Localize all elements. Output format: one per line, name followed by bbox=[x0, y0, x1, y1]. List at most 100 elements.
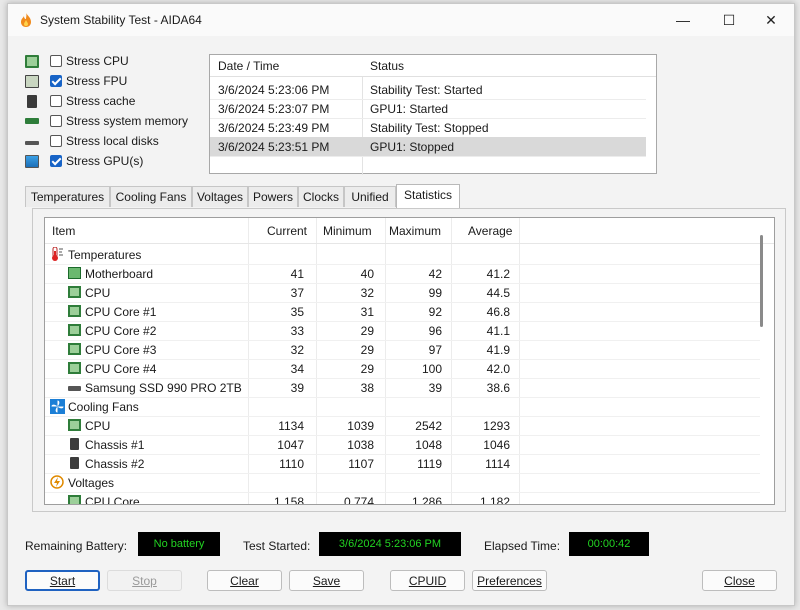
cell-maximum: 92 bbox=[428, 305, 442, 319]
stress-memory-option[interactable]: Stress system memory bbox=[25, 113, 225, 131]
table-row[interactable]: Samsung SSD 990 PRO 2TB 39 38 39 38.6 bbox=[45, 378, 760, 398]
tab-temperatures[interactable]: Temperatures bbox=[25, 186, 110, 207]
status-log-list[interactable]: Date / Time Status 3/6/2024 5:23:06 PM S… bbox=[209, 54, 657, 175]
fan-icon bbox=[50, 399, 65, 414]
table-row[interactable]: Chassis #1 1047 1038 1048 1046 bbox=[45, 435, 760, 455]
stress-gpu-checkbox[interactable] bbox=[50, 155, 62, 167]
tab-cooling-fans[interactable]: Cooling Fans bbox=[110, 186, 192, 207]
stop-button[interactable]: Stop bbox=[107, 570, 182, 591]
close-button[interactable]: Close bbox=[702, 570, 777, 591]
cell-maximum: 1048 bbox=[415, 438, 442, 452]
row-label: CPU Core #2 bbox=[85, 324, 157, 338]
log-time: 3/6/2024 5:23:07 PM bbox=[218, 102, 330, 116]
tab-unified[interactable]: Unified bbox=[344, 186, 396, 207]
stress-disks-label: Stress local disks bbox=[66, 134, 159, 148]
stress-disks-option[interactable]: Stress local disks bbox=[25, 133, 225, 151]
clear-button-label: Clear bbox=[230, 574, 259, 588]
stress-cpu-checkbox[interactable] bbox=[50, 55, 62, 67]
cell-current: 33 bbox=[290, 324, 304, 338]
stress-cache-checkbox[interactable] bbox=[50, 95, 62, 107]
log-row[interactable]: 3/6/2024 5:23:49 PM Stability Test: Stop… bbox=[210, 118, 646, 138]
log-header-status[interactable]: Status bbox=[370, 59, 404, 73]
cell-current: 41 bbox=[290, 267, 304, 281]
table-row[interactable]: Motherboard 41 40 42 41.2 bbox=[45, 264, 760, 284]
table-row[interactable]: CPU Core #3 32 29 97 41.9 bbox=[45, 340, 760, 360]
close-window-button[interactable]: ✕ bbox=[748, 4, 794, 36]
cell-average: 41.9 bbox=[486, 343, 510, 357]
stress-memory-checkbox[interactable] bbox=[50, 115, 62, 127]
table-row[interactable]: CPU Core 1.158 0.774 1.286 1.182 bbox=[45, 492, 760, 505]
log-status: Stability Test: Started bbox=[370, 83, 483, 97]
start-button[interactable]: Start bbox=[25, 570, 100, 591]
vertical-scrollbar[interactable] bbox=[760, 235, 763, 327]
cell-maximum: 100 bbox=[421, 362, 442, 376]
cpu-chip-icon bbox=[68, 362, 81, 374]
stress-fpu-option[interactable]: Stress FPU bbox=[25, 73, 225, 91]
statistics-panel: Item Current Minimum Maximum Average Tem… bbox=[32, 208, 786, 512]
cpu-chip-icon bbox=[68, 286, 81, 298]
minimize-button[interactable]: — bbox=[660, 4, 706, 36]
stress-cpu-option[interactable]: Stress CPU bbox=[25, 53, 225, 71]
flame-icon bbox=[21, 13, 31, 27]
cpuid-button[interactable]: CPUID bbox=[390, 570, 465, 591]
group-label: Cooling Fans bbox=[68, 400, 139, 414]
stress-gpu-label: Stress GPU(s) bbox=[66, 154, 144, 168]
test-started-label: Test Started: bbox=[243, 539, 311, 553]
stress-cpu-label: Stress CPU bbox=[66, 54, 129, 68]
log-header: Date / Time Status bbox=[210, 55, 656, 77]
cell-current: 1110 bbox=[279, 457, 304, 471]
stress-fpu-label: Stress FPU bbox=[66, 74, 128, 88]
tab-powers[interactable]: Powers bbox=[248, 186, 298, 207]
cell-maximum: 1.286 bbox=[411, 495, 442, 505]
tab-voltages[interactable]: Voltages bbox=[192, 186, 248, 207]
cell-average: 1.182 bbox=[479, 495, 510, 505]
statistics-table[interactable]: Item Current Minimum Maximum Average Tem… bbox=[44, 217, 775, 505]
title-bar[interactable]: System Stability Test - AIDA64 — ☐ ✕ bbox=[8, 4, 794, 36]
log-status: GPU1: Stopped bbox=[370, 140, 455, 154]
stress-gpu-option[interactable]: Stress GPU(s) bbox=[25, 153, 225, 171]
table-row[interactable]: CPU Core #4 34 29 100 42.0 bbox=[45, 359, 760, 379]
cell-current: 37 bbox=[290, 286, 304, 300]
memory-icon bbox=[25, 118, 39, 124]
clear-button[interactable]: Clear bbox=[207, 570, 282, 591]
cell-minimum: 32 bbox=[360, 286, 374, 300]
cell-maximum: 99 bbox=[428, 286, 442, 300]
log-row-selected[interactable]: 3/6/2024 5:23:51 PM GPU1: Stopped bbox=[210, 137, 646, 157]
cell-maximum: 97 bbox=[428, 343, 442, 357]
log-row[interactable]: 3/6/2024 5:23:06 PM Stability Test: Star… bbox=[210, 80, 646, 100]
table-row[interactable]: CPU Core #1 35 31 92 46.8 bbox=[45, 302, 760, 322]
row-label: CPU Core #1 bbox=[85, 305, 157, 319]
table-row[interactable]: CPU Core #2 33 29 96 41.1 bbox=[45, 321, 760, 341]
table-header: Item Current Minimum Maximum Average bbox=[45, 218, 774, 244]
tab-clocks[interactable]: Clocks bbox=[298, 186, 344, 207]
header-maximum[interactable]: Maximum bbox=[389, 224, 441, 238]
stress-fpu-checkbox[interactable] bbox=[50, 75, 62, 87]
stress-cache-option[interactable]: Stress cache bbox=[25, 93, 225, 111]
header-minimum[interactable]: Minimum bbox=[323, 224, 372, 238]
group-row-voltages[interactable]: Voltages bbox=[45, 473, 760, 493]
group-row-cooling-fans[interactable]: Cooling Fans bbox=[45, 397, 760, 417]
tab-statistics[interactable]: Statistics bbox=[396, 184, 460, 208]
log-row[interactable]: 3/6/2024 5:23:07 PM GPU1: Started bbox=[210, 99, 646, 119]
row-label: CPU bbox=[85, 419, 111, 433]
header-average[interactable]: Average bbox=[468, 224, 512, 238]
log-time: 3/6/2024 5:23:06 PM bbox=[218, 83, 330, 97]
row-label: CPU Core #4 bbox=[85, 362, 157, 376]
table-row[interactable]: CPU 37 32 99 44.5 bbox=[45, 283, 760, 303]
header-current[interactable]: Current bbox=[267, 224, 307, 238]
test-started-value: 3/6/2024 5:23:06 PM bbox=[319, 532, 461, 556]
table-row[interactable]: Chassis #2 1110 1107 1119 1114 bbox=[45, 454, 760, 474]
log-header-datetime[interactable]: Date / Time bbox=[218, 59, 279, 73]
stress-disks-checkbox[interactable] bbox=[50, 135, 62, 147]
preferences-button[interactable]: Preferences bbox=[472, 570, 547, 591]
group-row-temperatures[interactable]: Temperatures bbox=[45, 245, 760, 265]
row-label: CPU Core #3 bbox=[85, 343, 157, 357]
cpu-chip-icon bbox=[68, 324, 81, 336]
header-item[interactable]: Item bbox=[52, 224, 75, 238]
table-row[interactable]: CPU 1134 1039 2542 1293 bbox=[45, 416, 760, 436]
cell-current: 34 bbox=[290, 362, 304, 376]
cell-average: 1046 bbox=[483, 438, 510, 452]
cpu-chip-icon bbox=[68, 495, 81, 504]
maximize-button[interactable]: ☐ bbox=[706, 4, 752, 36]
save-button[interactable]: Save bbox=[289, 570, 364, 591]
